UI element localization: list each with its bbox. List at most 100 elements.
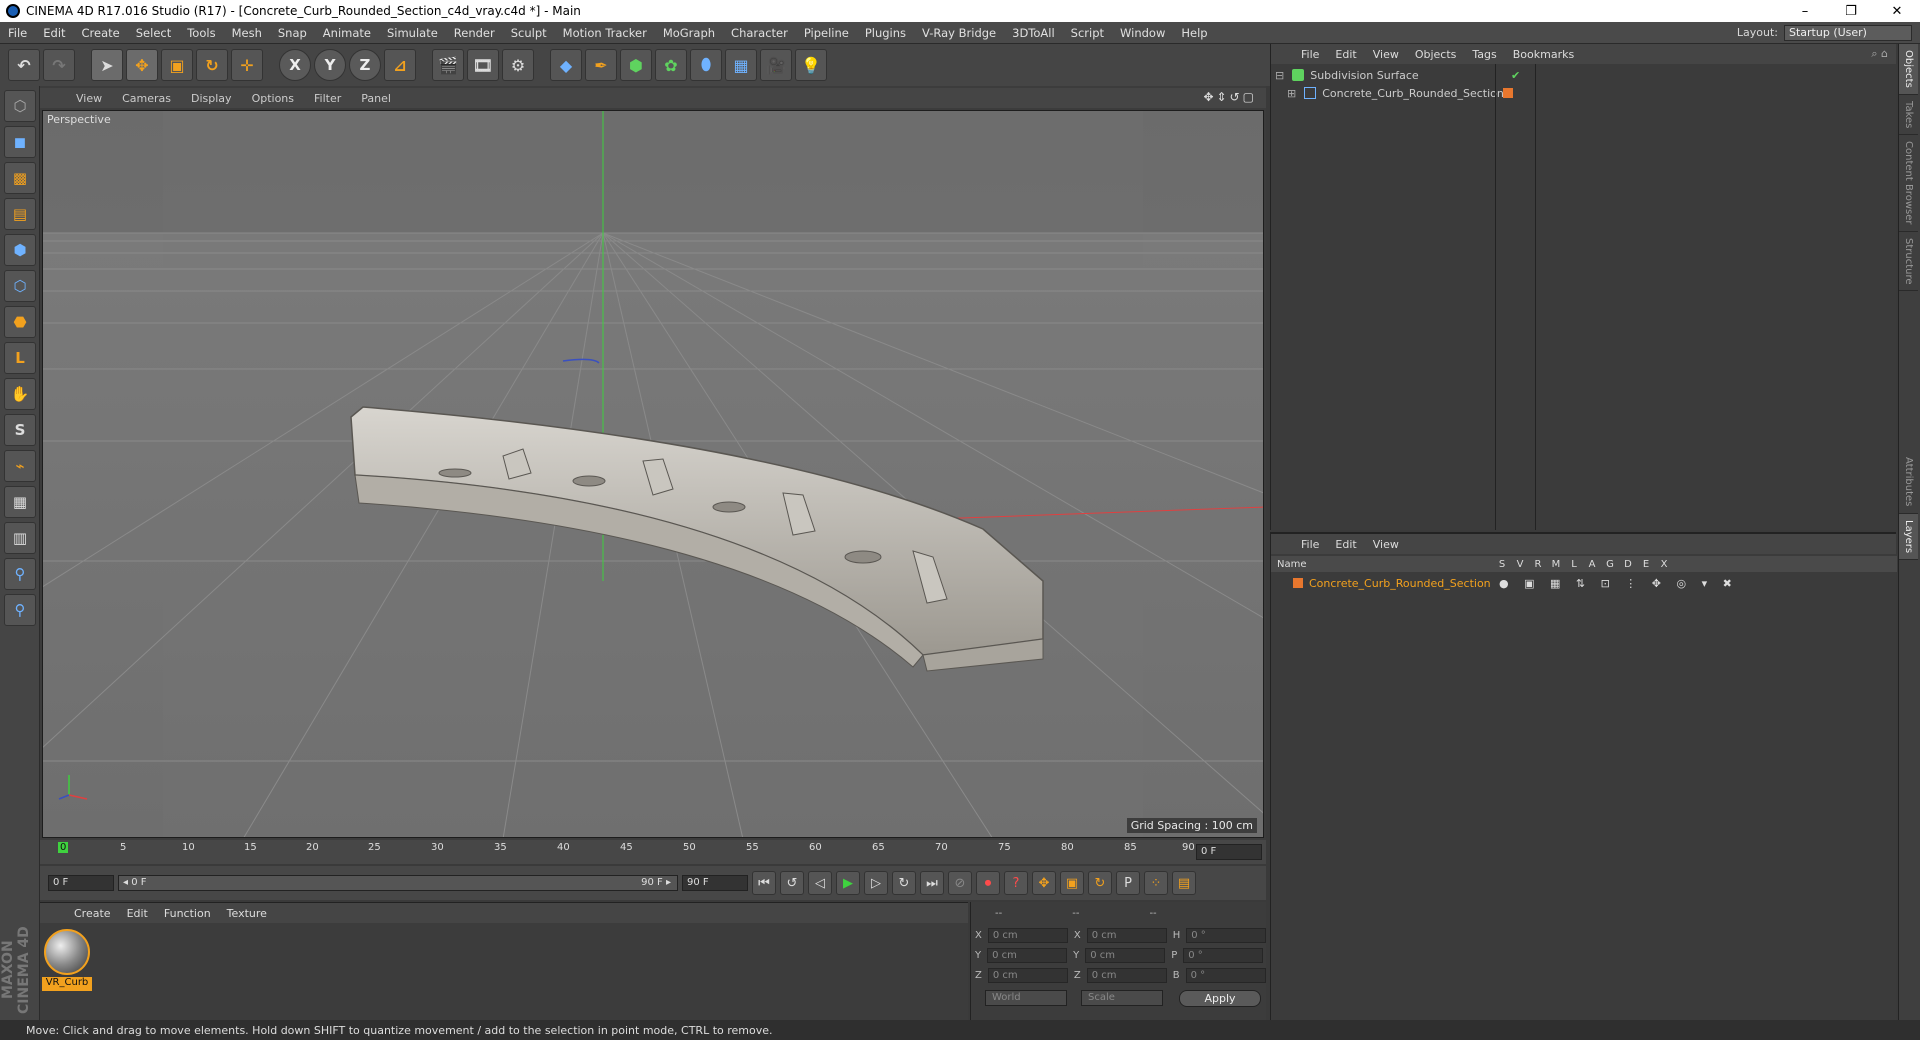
viewport-menu-panel[interactable]: Panel bbox=[351, 92, 401, 105]
size-z-field[interactable]: 0 cm bbox=[1086, 968, 1167, 983]
coordinate-system-icon[interactable]: ⊿ bbox=[384, 49, 416, 81]
material-name[interactable]: VR_Curb bbox=[42, 977, 92, 991]
menu-window[interactable]: Window bbox=[1112, 26, 1173, 40]
menu-plugins[interactable]: Plugins bbox=[857, 26, 914, 40]
menu-help[interactable]: Help bbox=[1173, 26, 1215, 40]
object-menu-tags[interactable]: Tags bbox=[1464, 48, 1504, 61]
preview-range-slider[interactable]: ◂ 0 F 90 F ▸ bbox=[118, 875, 678, 891]
z-axis-icon[interactable]: Z bbox=[349, 49, 381, 81]
viewport-camera-label[interactable]: Perspective bbox=[47, 113, 111, 126]
y-axis-icon[interactable]: Y bbox=[314, 49, 346, 81]
tab-structure[interactable]: Structure bbox=[1899, 232, 1918, 292]
rotation-p-field[interactable]: 0 ° bbox=[1183, 948, 1264, 963]
render-picture-viewer-icon[interactable]: 🎞 bbox=[467, 49, 499, 81]
pan-icon[interactable]: ✥ bbox=[1203, 90, 1213, 104]
deformer-icon[interactable]: ⬮ bbox=[690, 49, 722, 81]
size-y-field[interactable]: 0 cm bbox=[1085, 948, 1166, 963]
object-row-concrete-curb[interactable]: ⊞ Concrete_Curb_Rounded_Section bbox=[1275, 84, 1513, 102]
object-row-subdivision-surface[interactable]: ⊟ Subdivision Surface ✔ bbox=[1275, 66, 1520, 84]
minimize-button[interactable]: – bbox=[1782, 4, 1828, 19]
motion-record-icon[interactable]: ⊘ bbox=[948, 871, 972, 895]
autokey-icon[interactable]: ? bbox=[1004, 871, 1028, 895]
menu-character[interactable]: Character bbox=[723, 26, 796, 40]
key-position-icon[interactable]: ✥ bbox=[1032, 871, 1056, 895]
viewport-menu-view[interactable]: View bbox=[66, 92, 112, 105]
menu-script[interactable]: Script bbox=[1063, 26, 1112, 40]
previous-key-icon[interactable]: ↺ bbox=[780, 871, 804, 895]
close-button[interactable]: ✕ bbox=[1874, 4, 1920, 19]
menu-tools[interactable]: Tools bbox=[179, 26, 223, 40]
cube-icon[interactable]: ◆ bbox=[550, 49, 582, 81]
key-point-level-icon[interactable]: ⁘ bbox=[1144, 871, 1168, 895]
key-rotation-icon[interactable]: ↻ bbox=[1088, 871, 1112, 895]
tab-objects[interactable]: Objects bbox=[1899, 44, 1918, 95]
dolly-icon[interactable]: ⇕ bbox=[1217, 90, 1227, 104]
object-menu-file[interactable]: File bbox=[1293, 48, 1327, 61]
play-icon[interactable]: ▶ bbox=[836, 871, 860, 895]
viewport-menu-display[interactable]: Display bbox=[181, 92, 242, 105]
timeline-ruler[interactable]: 0 5 10 15 20 25 30 35 40 45 50 55 60 65 … bbox=[40, 840, 1266, 864]
snap-icon[interactable]: S bbox=[4, 414, 36, 446]
enabled-check-icon[interactable]: ✔ bbox=[1511, 69, 1520, 82]
menu-motion-tracker[interactable]: Motion Tracker bbox=[555, 26, 655, 40]
menu-vray-bridge[interactable]: V-Ray Bridge bbox=[914, 26, 1004, 40]
restore-button[interactable]: ❐ bbox=[1828, 4, 1874, 19]
previous-frame-icon[interactable]: ◁ bbox=[808, 871, 832, 895]
coordinate-mode-dropdown[interactable]: World bbox=[985, 990, 1067, 1006]
key-scale-icon[interactable]: ▣ bbox=[1060, 871, 1084, 895]
layer-color-swatch[interactable] bbox=[1293, 578, 1303, 588]
menu-pipeline[interactable]: Pipeline bbox=[796, 26, 857, 40]
next-frame-icon[interactable]: ▷ bbox=[864, 871, 888, 895]
next-key-icon[interactable]: ↻ bbox=[892, 871, 916, 895]
move-icon[interactable]: ✥ bbox=[126, 49, 158, 81]
locked-workplane-icon[interactable]: ▦ bbox=[4, 486, 36, 518]
menu-sculpt[interactable]: Sculpt bbox=[503, 26, 555, 40]
object-menu-objects[interactable]: Objects bbox=[1407, 48, 1465, 61]
layer-flags-icons[interactable]: ● ▣ ▦ ⇅ ⊡ ⋮ ✥ ◎ ▾ ✖ bbox=[1499, 577, 1738, 590]
orbit-icon[interactable]: ↺ bbox=[1230, 90, 1240, 104]
go-to-start-icon[interactable]: ⏮ bbox=[752, 871, 776, 895]
viewport-menu-filter[interactable]: Filter bbox=[304, 92, 351, 105]
camera-icon[interactable]: 🎥 bbox=[760, 49, 792, 81]
end-frame-field[interactable]: 90 F bbox=[682, 875, 748, 891]
rotation-b-field[interactable]: 0 ° bbox=[1185, 968, 1266, 983]
current-frame-field[interactable]: 0 F bbox=[1196, 844, 1262, 860]
model-mode-icon[interactable]: ◼ bbox=[4, 126, 36, 158]
edit-render-settings-icon[interactable]: ⚙ bbox=[502, 49, 534, 81]
menu-render[interactable]: Render bbox=[446, 26, 503, 40]
viewport-menu-cameras[interactable]: Cameras bbox=[112, 92, 181, 105]
render-view-icon[interactable]: 🎬 bbox=[432, 49, 464, 81]
tweak-mode-icon[interactable]: ✋ bbox=[4, 378, 36, 410]
key-parameter-icon[interactable]: P bbox=[1116, 871, 1140, 895]
tab-layers[interactable]: Layers bbox=[1899, 513, 1918, 560]
layout-dropdown[interactable]: Startup (User) bbox=[1784, 24, 1912, 41]
tab-attributes[interactable]: Attributes bbox=[1899, 451, 1918, 514]
menu-file[interactable]: File bbox=[0, 26, 35, 40]
transform-icon[interactable]: ✛ bbox=[231, 49, 263, 81]
menu-mograph[interactable]: MoGraph bbox=[655, 26, 723, 40]
size-x-field[interactable]: 0 cm bbox=[1086, 928, 1167, 943]
timeline-window-icon[interactable]: ▤ bbox=[1172, 871, 1196, 895]
python-icon[interactable]: ⚲ bbox=[4, 558, 36, 590]
material-menu-function[interactable]: Function bbox=[156, 907, 219, 920]
edges-mode-icon[interactable]: ⬡ bbox=[4, 270, 36, 302]
transform-mode-dropdown[interactable]: Scale bbox=[1081, 990, 1163, 1006]
apply-button[interactable]: Apply bbox=[1179, 990, 1261, 1007]
material-menu-create[interactable]: Create bbox=[66, 907, 119, 920]
position-x-field[interactable]: 0 cm bbox=[987, 928, 1068, 943]
planar-workplane-icon[interactable]: ▥ bbox=[4, 522, 36, 554]
subdivision-icon[interactable]: ⬢ bbox=[620, 49, 652, 81]
python-2-icon[interactable]: ⚲ bbox=[4, 594, 36, 626]
perspective-viewport[interactable]: Perspective Grid Spacing : 100 cm bbox=[42, 110, 1264, 838]
start-frame-field[interactable]: 0 F bbox=[48, 875, 114, 891]
layer-name[interactable]: Concrete_Curb_Rounded_Section bbox=[1309, 577, 1499, 590]
menu-edit[interactable]: Edit bbox=[35, 26, 73, 40]
array-icon[interactable]: ✿ bbox=[655, 49, 687, 81]
object-name[interactable]: Concrete_Curb_Rounded_Section bbox=[1322, 87, 1504, 100]
x-axis-icon[interactable]: X bbox=[279, 49, 311, 81]
viewport-menu-options[interactable]: Options bbox=[242, 92, 304, 105]
material-menu-texture[interactable]: Texture bbox=[219, 907, 275, 920]
material-menu-edit[interactable]: Edit bbox=[119, 907, 156, 920]
menu-snap[interactable]: Snap bbox=[270, 26, 315, 40]
light-icon[interactable]: 💡 bbox=[795, 49, 827, 81]
